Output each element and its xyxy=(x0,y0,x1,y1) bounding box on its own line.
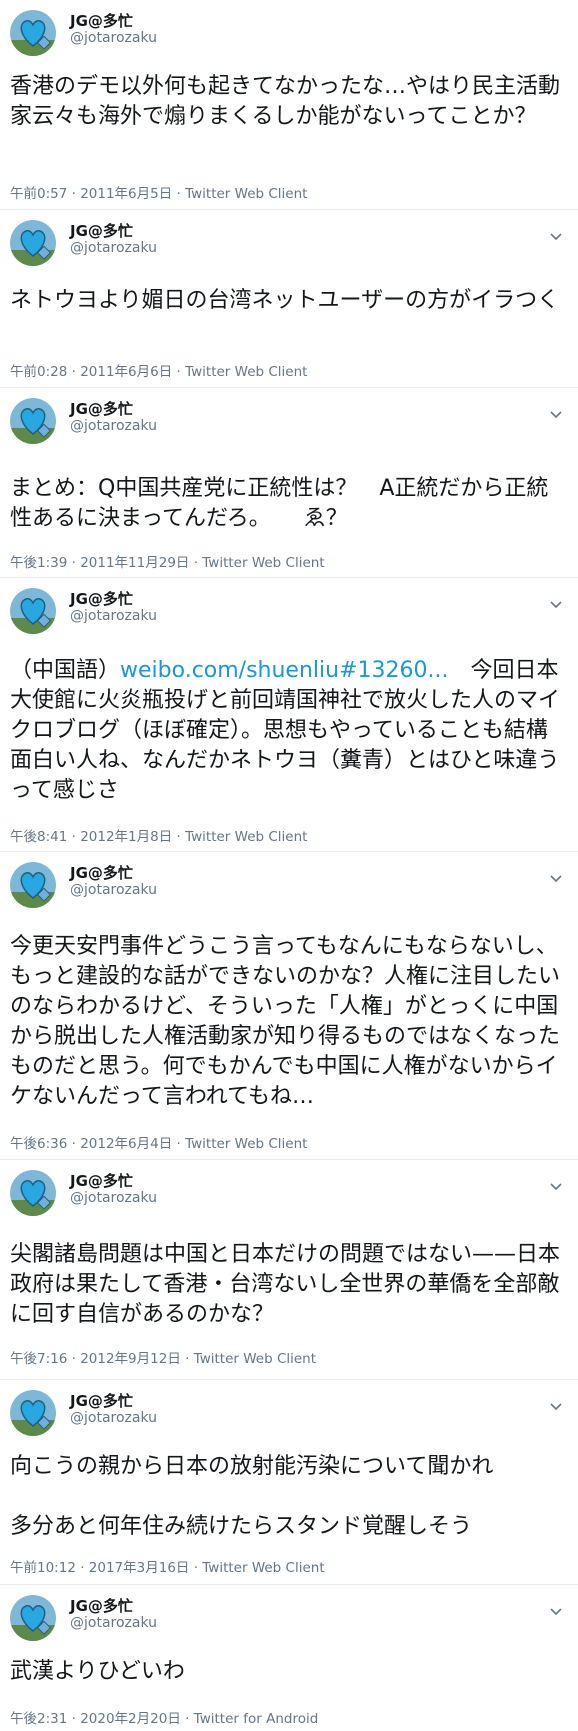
tweet[interactable]: JG@多忙 @jotarozaku 今更天安門事件どうこう言ってもなんにもならな… xyxy=(0,852,578,1160)
tweet-timestamp[interactable]: 午後1:39 · 2011年11月29日 · Twitter Web Clien… xyxy=(10,551,325,571)
avatar[interactable] xyxy=(10,1170,56,1216)
display-name[interactable]: JG@多忙 xyxy=(70,220,133,241)
tweet[interactable]: JG@多忙 @jotarozaku 向こうの親から日本の放射能汚染について聞かれ… xyxy=(0,1380,578,1585)
tweet[interactable]: JG@多忙 @jotarozaku 尖閣諸島問題は中国と日本だけの問題ではない—… xyxy=(0,1160,578,1380)
tweet-timestamp[interactable]: 午後8:41 · 2012年1月8日 · Twitter Web Client xyxy=(10,825,307,845)
user-handle[interactable]: @jotarozaku xyxy=(70,418,157,434)
tweet-timestamp[interactable]: 午後6:36 · 2012年6月4日 · Twitter Web Client xyxy=(10,1132,307,1152)
display-name[interactable]: JG@多忙 xyxy=(70,1170,133,1191)
avatar[interactable] xyxy=(10,220,56,266)
avatar[interactable] xyxy=(10,10,56,56)
tweet-timestamp[interactable]: 午前10:12 · 2017年3月16日 · Twitter Web Clien… xyxy=(10,1556,325,1576)
user-handle[interactable]: @jotarozaku xyxy=(70,1615,157,1631)
tweet-timestamp[interactable]: 午後2:31 · 2020年2月20日 · Twitter for Androi… xyxy=(10,1707,318,1727)
user-handle[interactable]: @jotarozaku xyxy=(70,1190,157,1206)
tweet-text: まとめ：Q中国共産党に正統性は？ A正統だから正統性あるに決まってんだろ。 ゑ？ xyxy=(10,476,549,531)
user-handle[interactable]: @jotarozaku xyxy=(70,1410,157,1426)
chevron-down-icon[interactable] xyxy=(548,870,564,886)
display-name[interactable]: JG@多忙 xyxy=(70,1595,133,1616)
avatar[interactable] xyxy=(10,862,56,908)
chevron-down-icon[interactable] xyxy=(548,1178,564,1194)
tweet[interactable]: JG@多忙 @jotarozaku （中国語）weibo.com/shuenli… xyxy=(0,578,578,852)
display-name[interactable]: JG@多忙 xyxy=(70,10,133,31)
tweet-text: 香港のデモ以外何も起きてなかったな…やはり民主活動家云々も海外で煽りまくるしか能… xyxy=(10,74,561,129)
chevron-down-icon[interactable] xyxy=(548,1398,564,1414)
tweet-text: 尖閣諸島問題は中国と日本だけの問題ではない——日本政府は果たして香港・台湾ないし… xyxy=(10,1242,561,1327)
weibo-link[interactable]: weibo.com/shuenliu#13260... xyxy=(120,658,448,683)
tweet-text: 武漢よりひどいわ xyxy=(10,1659,185,1684)
display-name[interactable]: JG@多忙 xyxy=(70,588,133,609)
tweet[interactable]: JG@多忙 @jotarozaku ネトウヨより媚日の台湾ネットユーザーの方がイ… xyxy=(0,210,578,388)
tweet-timestamp[interactable]: 午前0:28 · 2011年6月6日 · Twitter Web Client xyxy=(10,360,307,380)
tweet[interactable]: JG@多忙 @jotarozaku まとめ：Q中国共産党に正統性は？ A正統だか… xyxy=(0,388,578,578)
display-name[interactable]: JG@多忙 xyxy=(70,862,133,883)
display-name[interactable]: JG@多忙 xyxy=(70,1390,133,1411)
tweet-text: 今更天安門事件どうこう言ってもなんにもならないし、もっと建設的な話ができないのか… xyxy=(10,934,561,1109)
tweet-text: ネトウヨより媚日の台湾ネットユーザーの方がイラつく xyxy=(10,288,560,313)
avatar[interactable] xyxy=(10,588,56,634)
display-name[interactable]: JG@多忙 xyxy=(70,398,133,419)
tweet-text: 向こうの親から日本の放射能汚染について聞かれ 多分あと何年住み続けたらスタンド覚… xyxy=(10,1454,494,1539)
chevron-down-icon[interactable] xyxy=(548,406,564,422)
avatar[interactable] xyxy=(10,1595,56,1641)
avatar[interactable] xyxy=(10,1390,56,1436)
chevron-down-icon[interactable] xyxy=(548,1603,564,1619)
user-handle[interactable]: @jotarozaku xyxy=(70,240,157,256)
user-handle[interactable]: @jotarozaku xyxy=(70,30,157,46)
avatar[interactable] xyxy=(10,398,56,444)
chevron-down-icon[interactable] xyxy=(548,228,564,244)
user-handle[interactable]: @jotarozaku xyxy=(70,882,157,898)
tweet-timestamp[interactable]: 午後7:16 · 2012年9月12日 · Twitter Web Client xyxy=(10,1347,316,1367)
tweet-text: （中国語）weibo.com/shuenliu#13260... 今回日本大使館… xyxy=(10,656,568,806)
tweet-timestamp[interactable]: 午前0:57 · 2011年6月5日 · Twitter Web Client xyxy=(10,182,307,202)
chevron-down-icon[interactable] xyxy=(548,596,564,612)
tweet-text-prefix: （中国語） xyxy=(10,658,121,683)
user-handle[interactable]: @jotarozaku xyxy=(70,608,157,624)
tweet[interactable]: JG@多忙 @jotarozaku 武漢よりひどいわ 午後2:31 · 2020… xyxy=(0,1585,578,1731)
tweet[interactable]: JG@多忙 @jotarozaku 香港のデモ以外何も起きてなかったな…やはり民… xyxy=(0,0,578,210)
